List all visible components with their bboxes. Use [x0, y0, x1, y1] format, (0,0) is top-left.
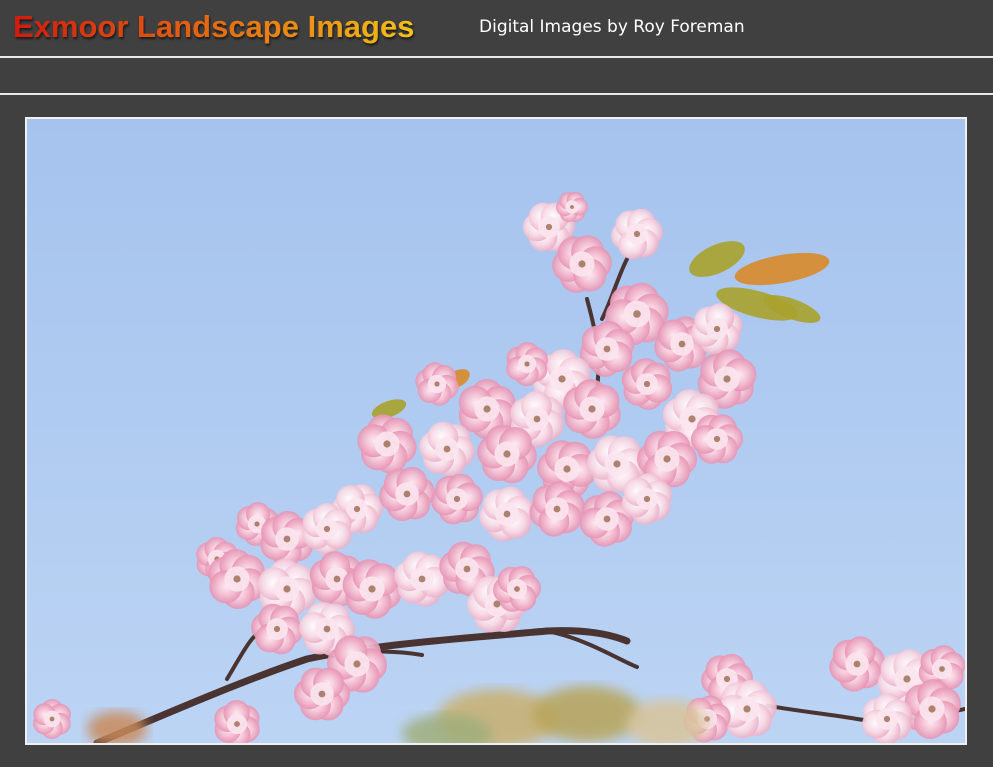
- blurred-leaf: [532, 686, 642, 742]
- cherry-blossom-photo: [27, 119, 965, 743]
- stamen: [553, 505, 561, 513]
- stamen: [723, 675, 731, 683]
- stamen: [254, 521, 260, 527]
- stamen: [633, 310, 641, 318]
- stamen: [663, 455, 671, 463]
- stamen: [563, 465, 571, 473]
- stamen: [545, 223, 553, 231]
- stamen: [643, 495, 651, 503]
- stamen: [558, 375, 566, 383]
- stamen: [353, 505, 361, 513]
- photo-frame: [25, 117, 967, 745]
- stamen: [283, 535, 291, 543]
- stamen: [383, 440, 391, 448]
- site-title[interactable]: Exmoor Landscape Images: [13, 9, 414, 45]
- stamen: [234, 721, 240, 727]
- stamen: [514, 586, 520, 592]
- stamen: [524, 361, 530, 367]
- stamen: [678, 340, 686, 348]
- stamen: [688, 415, 696, 423]
- stamen: [723, 375, 731, 383]
- stamen: [333, 575, 341, 583]
- stamen: [368, 585, 376, 593]
- stamen: [418, 575, 426, 583]
- stamen: [633, 230, 641, 238]
- stamen: [283, 585, 291, 593]
- page: Exmoor Landscape Images Digital Images b…: [0, 0, 993, 767]
- stamen: [928, 705, 936, 713]
- stamen: [713, 435, 721, 443]
- stamen: [603, 345, 611, 353]
- stamen: [643, 380, 651, 388]
- stamen: [434, 381, 440, 387]
- stamen: [233, 575, 241, 583]
- nav-bar: [0, 60, 993, 95]
- stamen: [713, 325, 721, 333]
- stamen: [49, 716, 55, 722]
- stamen: [453, 495, 461, 503]
- stamen: [903, 675, 911, 683]
- stamen: [503, 510, 511, 518]
- stamen: [323, 625, 331, 633]
- stamen: [603, 515, 611, 523]
- stamen: [743, 705, 751, 713]
- stamen: [403, 490, 411, 498]
- stamen: [883, 715, 891, 723]
- site-tagline: Digital Images by Roy Foreman: [479, 17, 745, 37]
- stamen: [318, 690, 326, 698]
- stamen: [273, 625, 281, 633]
- stamen: [503, 450, 511, 458]
- stamen: [588, 405, 596, 413]
- stamen: [578, 260, 586, 268]
- stamen: [443, 445, 451, 453]
- stamen: [323, 525, 331, 533]
- stamen: [353, 660, 361, 668]
- stamen: [533, 415, 541, 423]
- stamen: [853, 660, 861, 668]
- site-header: Exmoor Landscape Images Digital Images b…: [0, 0, 993, 58]
- stamen: [483, 405, 491, 413]
- stamen: [463, 565, 471, 573]
- stamen: [613, 460, 621, 468]
- stamen: [939, 666, 945, 672]
- stamen: [570, 205, 574, 209]
